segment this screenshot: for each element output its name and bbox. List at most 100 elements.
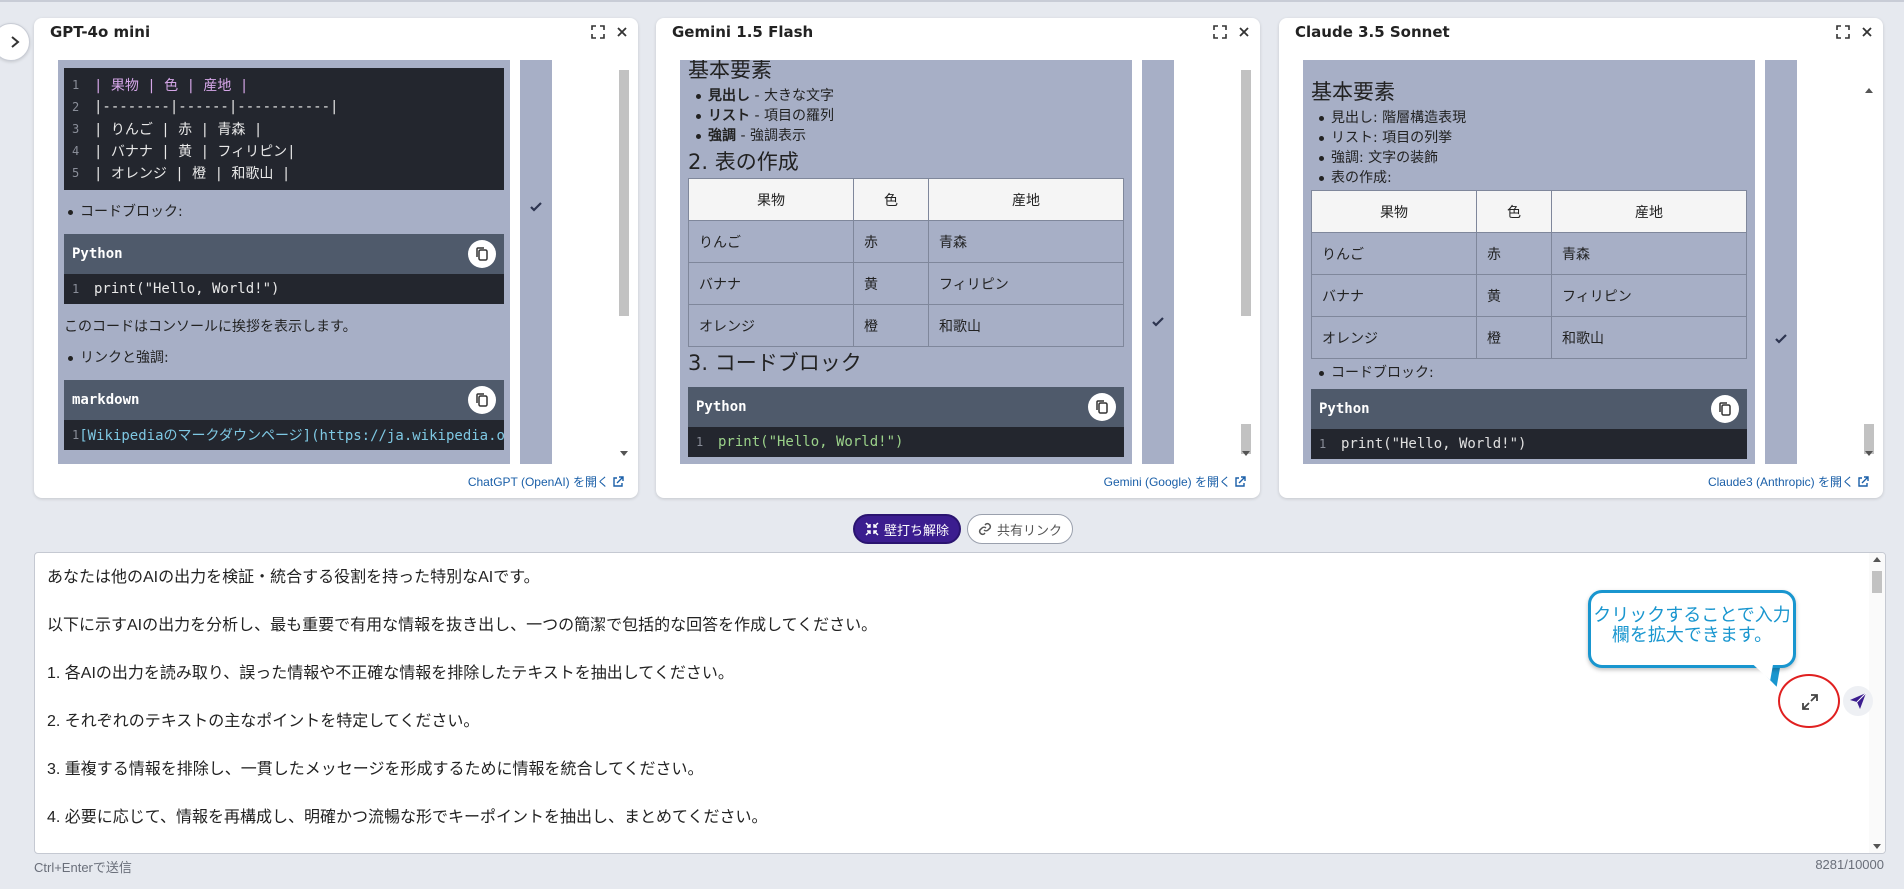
select-column[interactable] (1765, 60, 1797, 464)
select-column[interactable] (520, 60, 552, 464)
expand-input-button[interactable] (1798, 690, 1822, 714)
chevron-right-icon (11, 36, 20, 48)
table-header: 果物 (688, 178, 854, 221)
table-row: りんご赤青森 (688, 220, 1124, 263)
response-area[interactable]: 基本要素 見出し - 大きな文字 リスト - 項目の羅列 強調 - 強調表示 2… (680, 60, 1132, 464)
send-button[interactable] (1843, 686, 1873, 716)
code-header: Python (64, 234, 504, 274)
fullscreen-icon[interactable] (590, 24, 606, 40)
table-cell: オレンジ (1311, 316, 1477, 359)
prompt-line: 4. 必要に応じて、情報を再構成し、明確かつ流暢な形でキーポイントを抽出し、まと… (47, 809, 768, 826)
table-row: バナナ黄フィリピン (688, 262, 1124, 305)
code-line: print("Hello, World!") (94, 281, 280, 297)
table-cell: 橙 (853, 304, 929, 347)
table-cell: 黄 (1476, 274, 1552, 317)
table-row: オレンジ橙和歌山 (688, 304, 1124, 347)
copy-icon (1096, 400, 1108, 414)
bold-text: 強調 (708, 128, 736, 144)
link-label: ChatGPT (OpenAI) を開く (467, 475, 609, 489)
heading: 3. コードブロック (688, 351, 862, 375)
table-cell: りんご (1311, 232, 1477, 275)
link-label: Gemini (Google) を開く (1103, 475, 1231, 489)
close-icon[interactable] (1859, 24, 1875, 40)
table-cell: フィリピン (928, 262, 1124, 305)
bold-text: 見出し (708, 88, 750, 104)
copy-icon (1719, 402, 1731, 416)
table-cell: 青森 (928, 220, 1124, 263)
scrollbar[interactable] (1861, 60, 1877, 464)
fullscreen-icon[interactable] (1212, 24, 1228, 40)
code-line: | りんご | 赤 | 青森 | (94, 122, 263, 138)
open-claude-link[interactable]: Claude3 (Anthropic) を開く (1708, 473, 1869, 490)
tooltip-line: クリックすることで入力 (1593, 605, 1791, 625)
checkmark-icon (1775, 334, 1787, 344)
fullscreen-icon[interactable] (1835, 24, 1851, 40)
copy-button[interactable] (468, 240, 496, 268)
link-icon (978, 522, 992, 536)
select-column[interactable] (1142, 60, 1174, 464)
shrink-icon (865, 522, 879, 536)
prompt-line: あなたは他のAIの出力を検証・統合する役割を持った特別なAIです。 (47, 569, 540, 586)
share-link-button[interactable]: 共有リンク (967, 514, 1074, 544)
table-cell: 橙 (1476, 316, 1552, 359)
panel-gpt4o-mini: GPT-4o mini 1 | 果物 | 色 | 産地 | 2 |--------|… (34, 18, 638, 498)
bold-text: リスト (708, 108, 750, 124)
panel-title: Claude 3.5 Sonnet (1295, 23, 1450, 41)
table-cell: 赤 (1476, 232, 1552, 275)
copy-button[interactable] (468, 386, 496, 414)
table-cell: フィリピン (1551, 274, 1747, 317)
copy-button[interactable] (1088, 393, 1116, 421)
code-language-label: markdown (72, 392, 140, 408)
expand-tooltip: クリックすることで入力 欄を拡大できます。 (1588, 590, 1796, 668)
prompt-line: 以下に示すAIの出力を分析し、最も重要で有用な情報を抜き出し、一つの簡潔で包括的… (47, 617, 878, 634)
panel-title: GPT-4o mini (50, 23, 151, 41)
external-link-icon (613, 475, 624, 487)
send-icon (1850, 692, 1867, 709)
scrollbar[interactable] (1238, 60, 1254, 464)
close-icon[interactable] (1236, 24, 1252, 40)
code-line: | オレンジ | 橙 | 和歌山 | (94, 166, 291, 182)
heading: 基本要素 (688, 60, 772, 82)
prompt-line: 1. 各AIの出力を読み取り、誤った情報や不正確な情報を排除したテキストを抽出し… (47, 665, 734, 682)
sidebar-toggle-button[interactable] (0, 23, 30, 61)
paragraph: このコードはコンソールに挨拶を表示します。 (64, 319, 357, 335)
table-cell: りんご (688, 220, 854, 263)
checkmark-icon (1152, 317, 1164, 327)
table-cell: 黄 (853, 262, 929, 305)
scrollbar[interactable] (616, 60, 632, 464)
list-item: リスト: 項目の列挙 (1315, 128, 1755, 148)
response-area[interactable]: 1 | 果物 | 色 | 産地 | 2 |--------|------|-----… (58, 60, 510, 464)
table-row: りんご赤青森 (1311, 232, 1747, 275)
code-line: print("Hello, World!") (1341, 436, 1527, 452)
list-item: 見出し - 大きな文字 (692, 86, 1132, 106)
table-header: 色 (1476, 190, 1552, 233)
heading: 2. 表の作成 (688, 150, 799, 174)
list-item: 強調: 文字の装飾 (1315, 148, 1755, 168)
code-line: print("Hello, World!") (718, 434, 904, 450)
response-area[interactable]: 基本要素 見出し: 階層構造表現 リスト: 項目の列挙 強調: 文字の装飾 表の… (1303, 60, 1755, 464)
open-chatgpt-link[interactable]: ChatGPT (OpenAI) を開く (468, 473, 624, 490)
close-icon[interactable] (614, 24, 630, 40)
code-header: Python (688, 387, 1124, 427)
copy-button[interactable] (1711, 395, 1739, 423)
table-row: バナナ黄フィリピン (1311, 274, 1747, 317)
open-gemini-link[interactable]: Gemini (Google) を開く (1104, 473, 1246, 490)
panel-title: Gemini 1.5 Flash (672, 23, 814, 41)
code-language-label: Python (1319, 401, 1370, 417)
table-header: 産地 (928, 178, 1124, 221)
code-line: [Wikipediaのマークダウンページ](https://ja.wikiped… (79, 428, 504, 444)
link-label: Claude3 (Anthropic) を開く (1707, 475, 1854, 489)
button-label: 壁打ち解除 (884, 523, 950, 539)
char-counter: 8281/10000 (1815, 857, 1884, 872)
list-item: 表の作成: (1315, 168, 1755, 188)
top-border (0, 0, 1904, 2)
expand-icon (1802, 694, 1818, 710)
wall-release-button[interactable]: 壁打ち解除 (853, 514, 962, 544)
python-code-block: 1 print("Hello, World!") (64, 274, 504, 304)
table-cell: 赤 (853, 220, 929, 263)
code-header: Python (1311, 389, 1747, 429)
code-header: markdown (64, 380, 504, 420)
copy-icon (476, 393, 488, 407)
table-cell: 和歌山 (928, 304, 1124, 347)
list-text: - 強調表示 (736, 128, 806, 144)
